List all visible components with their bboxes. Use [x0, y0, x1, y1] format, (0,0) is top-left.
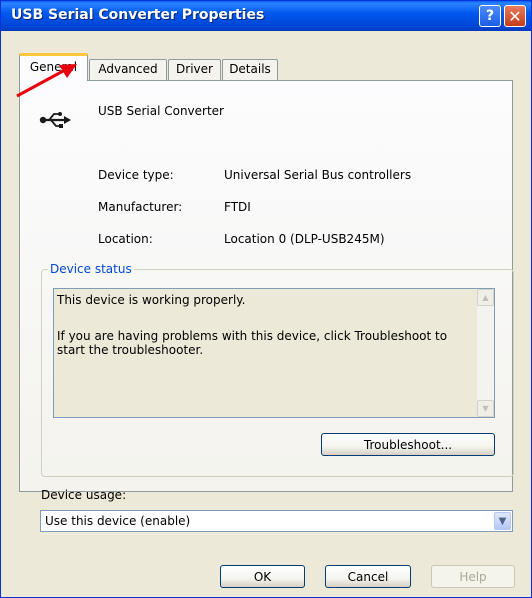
- scroll-down-icon[interactable]: ▼: [477, 400, 494, 417]
- status-scrollbar[interactable]: ▲ ▼: [477, 289, 494, 417]
- location-value: Location 0 (DLP-USB245M): [224, 232, 385, 246]
- device-status-textbox[interactable]: This device is working properly. If you …: [53, 288, 495, 418]
- location-label: Location:: [98, 232, 153, 246]
- window-title: USB Serial Converter Properties: [11, 7, 265, 23]
- status-line-1: This device is working properly.: [57, 293, 246, 307]
- scroll-up-icon[interactable]: ▲: [477, 289, 494, 306]
- device-type-label: Device type:: [98, 168, 174, 182]
- troubleshoot-button[interactable]: Troubleshoot...: [321, 433, 495, 456]
- question-icon: ?: [485, 8, 495, 24]
- help-button[interactable]: Help: [431, 565, 515, 588]
- cancel-button[interactable]: Cancel: [325, 565, 411, 588]
- close-button[interactable]: ✕: [504, 5, 526, 27]
- device-usage-value: Use this device (enable): [45, 514, 191, 528]
- tab-driver[interactable]: Driver: [168, 59, 221, 80]
- device-status-legend: Device status: [48, 262, 134, 276]
- annotation-arrow-icon: [16, 64, 77, 98]
- device-type-value: Universal Serial Bus controllers: [224, 168, 412, 182]
- ok-button[interactable]: OK: [220, 565, 305, 588]
- help-titlebar-button[interactable]: ?: [479, 5, 501, 27]
- status-line-2: If you are having problems with this dev…: [57, 329, 448, 357]
- properties-dialog: USB Serial Converter Properties ? ✕ Gene…: [0, 0, 532, 598]
- usb-icon: [39, 112, 71, 128]
- manufacturer-value: FTDI: [224, 200, 251, 214]
- title-bar[interactable]: USB Serial Converter Properties ? ✕: [1, 1, 531, 31]
- device-usage-label: Device usage:: [41, 488, 127, 502]
- close-icon: ✕: [508, 6, 522, 26]
- manufacturer-label: Manufacturer:: [98, 200, 183, 214]
- tab-details[interactable]: Details: [222, 59, 278, 80]
- device-name: USB Serial Converter: [98, 104, 224, 118]
- tab-advanced[interactable]: Advanced: [89, 59, 167, 80]
- chevron-down-icon[interactable]: ▼: [494, 512, 511, 530]
- device-usage-select[interactable]: Use this device (enable) ▼: [40, 510, 513, 532]
